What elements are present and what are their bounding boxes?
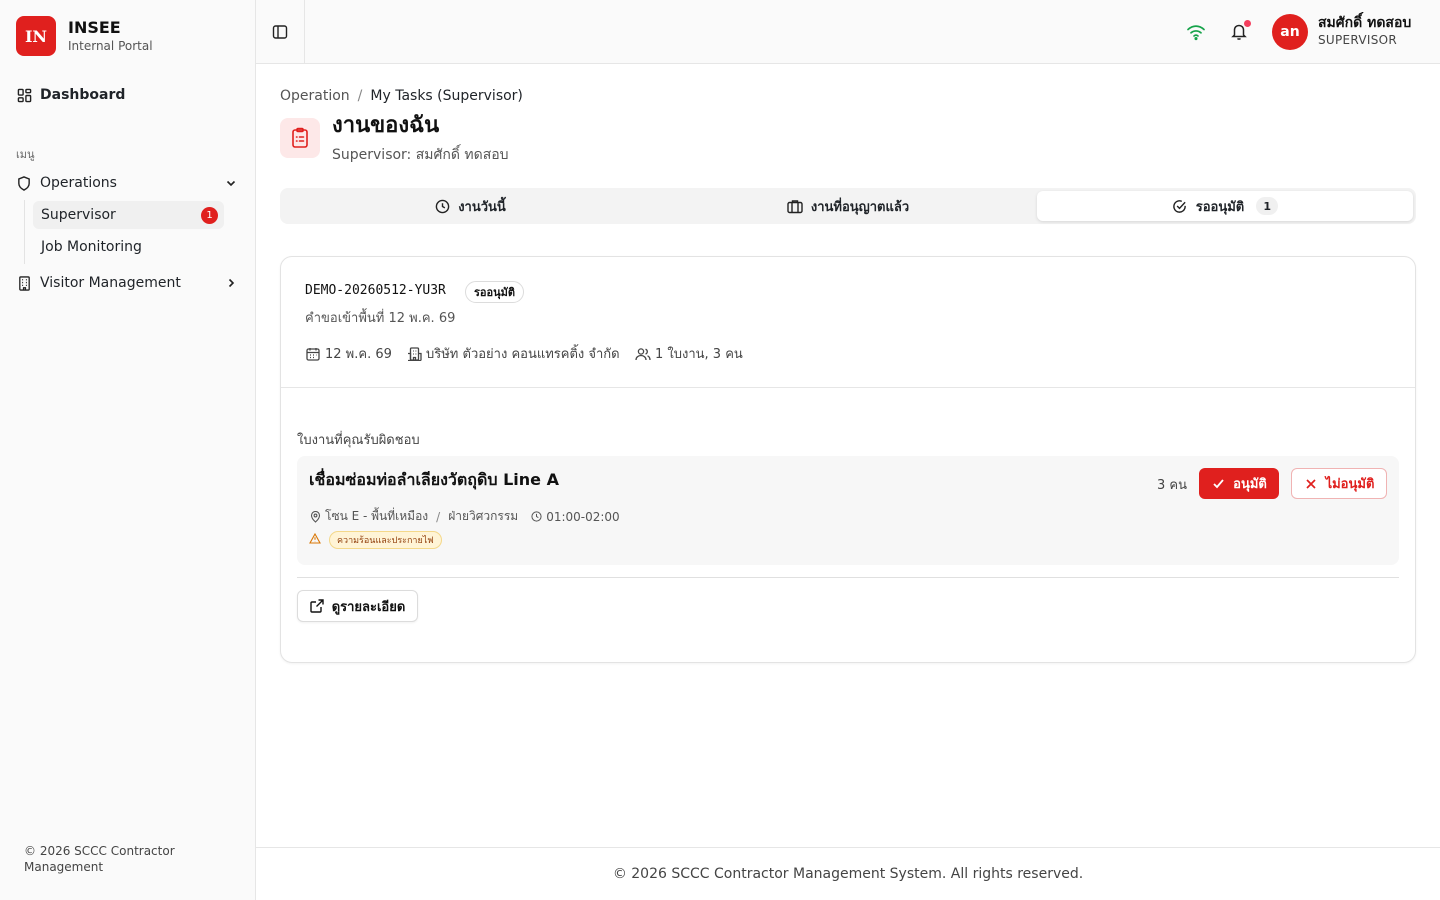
- request-description: คำขอเข้าพื้นที่ 12 พ.ค. 69: [305, 311, 456, 326]
- hazard-tag: ความร้อนและประกายไฟ: [329, 531, 442, 549]
- sidebar-item-label: Operations: [40, 175, 117, 191]
- sidebar-item-operations[interactable]: Operations: [16, 169, 239, 197]
- ticket-meta-separator: /: [436, 509, 441, 524]
- sidebar-item-dashboard[interactable]: Dashboard: [16, 81, 239, 109]
- clock-icon: [530, 511, 542, 523]
- sidebar-item-supervisor[interactable]: Supervisor 1: [33, 201, 224, 229]
- approve-label: อนุมัติ: [1233, 477, 1267, 492]
- sidebar-section-label: เมนู: [16, 148, 35, 161]
- brand-subtitle: Internal Portal: [68, 39, 153, 53]
- reject-label: ไม่อนุมัติ: [1325, 477, 1375, 492]
- operations-submenu: Supervisor 1 Job Monitoring: [24, 200, 224, 264]
- ticket-people-count: 3 คน: [1157, 478, 1187, 493]
- hazard-row: ความร้อนและประกายไฟ: [309, 531, 442, 549]
- page-footer: © 2026 SCCC Contractor Management System…: [256, 847, 1440, 900]
- close-icon: [1304, 477, 1318, 491]
- calendar-icon: [305, 346, 321, 362]
- map-pin-icon: [309, 510, 321, 523]
- view-details-label: ดูรายละเอียด: [331, 599, 406, 615]
- panel-left-icon: [272, 24, 288, 39]
- chevron-right-icon[interactable]: [223, 275, 239, 291]
- view-details-button[interactable]: ดูรายละเอียด: [297, 590, 418, 622]
- sidebar-item-label: Visitor Management: [40, 275, 181, 291]
- sidebar-item-label: Job Monitoring: [41, 239, 142, 255]
- sidebar-toggle-button[interactable]: [256, 0, 305, 63]
- tab-count-badge: 1: [1256, 197, 1279, 215]
- clipboard-list-icon: [280, 118, 320, 158]
- notification-dot: [1244, 20, 1251, 27]
- page-subtitle: Supervisor: สมศักดิ์ ทดสอบ: [332, 147, 509, 163]
- users-icon: [635, 346, 651, 362]
- request-company: บริษัท ตัวอย่าง คอนแทรคติ้ง จำกัด: [406, 343, 620, 364]
- tab-label: งานวันนี้: [458, 199, 506, 215]
- status-badge: รออนุมัติ: [465, 281, 525, 303]
- notification-count-badge: 1: [201, 206, 218, 224]
- tab-today[interactable]: งานวันนี้: [283, 191, 657, 221]
- clock-icon: [434, 198, 450, 214]
- ticket-title: เชื่อมซ่อมท่อลำเลียงวัตถุดิบ Line A: [309, 470, 559, 489]
- brand-name: INSEE: [68, 18, 121, 37]
- chevron-down-icon[interactable]: [223, 175, 239, 191]
- sidebar-footer: © 2026 SCCC Contractor Management: [24, 844, 175, 874]
- request-id: DEMO-20260512-YU3R: [305, 283, 446, 298]
- request-date: 12 พ.ค. 69: [305, 343, 392, 364]
- section-label: ใบงานที่คุณรับผิดชอบ: [297, 433, 420, 448]
- ticket-time: 01:00-02:00: [546, 509, 620, 524]
- request-summary: 1 ใบงาน, 3 คน: [635, 343, 743, 364]
- briefcase-icon: [787, 198, 803, 214]
- divider: [297, 577, 1399, 578]
- brand[interactable]: IN INSEE Internal Portal: [16, 16, 153, 56]
- tab-pending-approval[interactable]: รออนุมัติ 1: [1037, 191, 1413, 221]
- work-ticket: เชื่อมซ่อมท่อลำเลียงวัตถุดิบ Line A โซน …: [297, 456, 1399, 565]
- user-role: SUPERVISOR: [1318, 33, 1398, 47]
- breadcrumb-parent[interactable]: Operation: [280, 88, 350, 104]
- brand-logo: IN: [16, 16, 56, 56]
- divider: [281, 387, 1415, 388]
- ticket-location: โซน E - พื้นที่เหมือง: [325, 509, 429, 523]
- tab-label: รออนุมัติ: [1195, 199, 1245, 215]
- ticket-department: ฝ่ายวิศวกรรม: [448, 509, 519, 523]
- sidebar-item-label: Supervisor: [41, 207, 116, 223]
- request-card: DEMO-20260512-YU3R รออนุมัติ คำขอเข้าพื้…: [280, 256, 1416, 663]
- dashboard-icon: [16, 87, 32, 103]
- user-name: สมศักดิ์ ทดสอบ: [1318, 15, 1412, 31]
- request-company-text: บริษัท ตัวอย่าง คอนแทรคติ้ง จำกัด: [426, 347, 620, 362]
- tab-label: งานที่อนุญาตแล้ว: [810, 199, 910, 215]
- building-icon: [16, 275, 32, 291]
- page-title: งานของฉัน: [332, 113, 440, 138]
- tab-approved[interactable]: งานที่อนุญาตแล้ว: [661, 191, 1035, 221]
- wifi-icon: [1186, 23, 1206, 45]
- sidebar: IN INSEE Internal Portal Dashboard เมนู …: [0, 0, 256, 900]
- sidebar-item-visitor-management[interactable]: Visitor Management: [16, 269, 239, 297]
- external-link-icon: [309, 599, 324, 613]
- task-tabs: งานวันนี้ งานที่อนุญาตแล้ว รออนุมัติ 1: [280, 188, 1416, 224]
- check-circle-icon: [1172, 198, 1188, 214]
- approve-button[interactable]: อนุมัติ: [1199, 468, 1279, 499]
- breadcrumb-current: My Tasks (Supervisor): [370, 88, 523, 104]
- check-icon: [1211, 477, 1225, 491]
- breadcrumb-separator: /: [357, 88, 363, 104]
- footer-text: © 2026 SCCC Contractor Management System…: [612, 866, 1084, 882]
- request-summary-text: 1 ใบงาน, 3 คน: [655, 347, 743, 362]
- avatar[interactable]: an: [1272, 14, 1308, 50]
- reject-button[interactable]: ไม่อนุมัติ: [1291, 468, 1387, 499]
- breadcrumb: Operation / My Tasks (Supervisor): [280, 88, 523, 104]
- sidebar-item-job-monitoring[interactable]: Job Monitoring: [33, 233, 224, 261]
- request-date-text: 12 พ.ค. 69: [325, 347, 392, 362]
- sidebar-item-label: Dashboard: [40, 87, 126, 103]
- ticket-meta: โซน E - พื้นที่เหมือง / ฝ่ายวิศวกรรม 01:…: [309, 507, 620, 526]
- top-bar: an สมศักดิ์ ทดสอบ SUPERVISOR: [256, 0, 1440, 64]
- warning-icon: [309, 532, 321, 548]
- shield-icon: [16, 175, 32, 191]
- building-icon: [406, 346, 422, 362]
